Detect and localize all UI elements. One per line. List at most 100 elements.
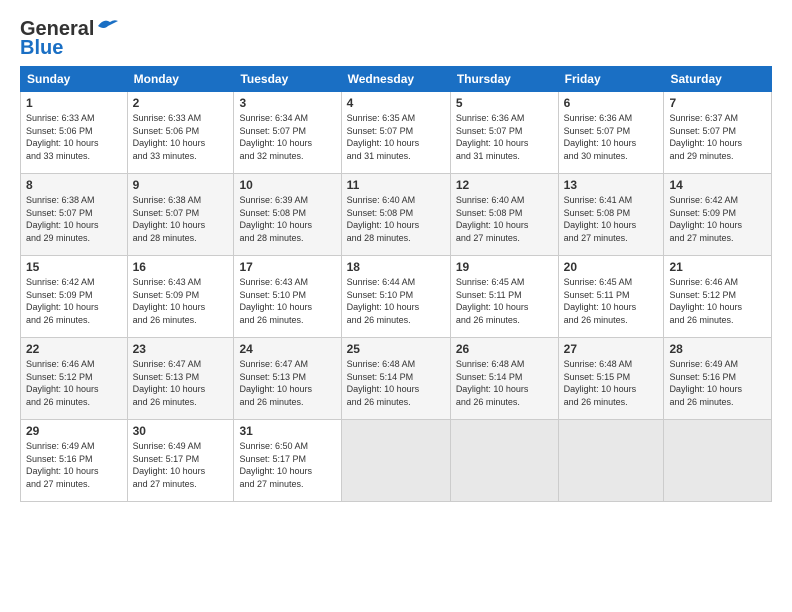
calendar-table: SundayMondayTuesdayWednesdayThursdayFrid… xyxy=(20,66,772,502)
day-number: 20 xyxy=(564,260,659,274)
day-number: 12 xyxy=(456,178,553,192)
calendar-header-row: SundayMondayTuesdayWednesdayThursdayFrid… xyxy=(21,67,772,92)
calendar-cell: 28 Sunrise: 6:49 AM Sunset: 5:16 PM Dayli… xyxy=(664,338,772,420)
weekday-header: Tuesday xyxy=(234,67,341,92)
calendar-cell xyxy=(341,420,450,502)
day-number: 15 xyxy=(26,260,122,274)
day-info: Sunrise: 6:41 AM Sunset: 5:08 PM Dayligh… xyxy=(564,194,659,244)
calendar-cell: 15Sunrise: 6:42 AM Sunset: 5:09 PM Dayli… xyxy=(21,256,128,338)
calendar-cell: 3 Sunrise: 6:34 AM Sunset: 5:07 PM Daylig… xyxy=(234,92,341,174)
calendar-cell: 12 Sunrise: 6:40 AM Sunset: 5:08 PM Dayli… xyxy=(450,174,558,256)
calendar-cell: 22 Sunrise: 6:46 AM Sunset: 5:12 PM Dayli… xyxy=(21,338,128,420)
calendar-cell: 29 Sunrise: 6:49 AM Sunset: 5:16 PM Dayli… xyxy=(21,420,128,502)
calendar-cell: 8 Sunrise: 6:38 AM Sunset: 5:07 PM Daylig… xyxy=(21,174,128,256)
calendar-cell: 16Sunrise: 6:43 AM Sunset: 5:09 PM Dayli… xyxy=(127,256,234,338)
day-number: 21 xyxy=(669,260,766,274)
calendar-cell: 27Sunrise: 6:48 AM Sunset: 5:15 PM Dayli… xyxy=(558,338,664,420)
day-info: Sunrise: 6:49 AM Sunset: 5:16 PM Dayligh… xyxy=(669,358,766,408)
weekday-header: Saturday xyxy=(664,67,772,92)
calendar-week-row: 29 Sunrise: 6:49 AM Sunset: 5:16 PM Dayli… xyxy=(21,420,772,502)
day-number: 16 xyxy=(133,260,229,274)
day-number: 18 xyxy=(347,260,445,274)
weekday-header: Wednesday xyxy=(341,67,450,92)
day-info: Sunrise: 6:40 AM Sunset: 5:08 PM Dayligh… xyxy=(456,194,553,244)
day-number: 1 xyxy=(26,96,122,110)
logo-bird-icon xyxy=(96,18,118,34)
day-number: 6 xyxy=(564,96,659,110)
day-number: 31 xyxy=(239,424,335,438)
calendar-cell: 6 Sunrise: 6:36 AM Sunset: 5:07 PM Daylig… xyxy=(558,92,664,174)
day-number: 11 xyxy=(347,178,445,192)
calendar-cell: 9Sunrise: 6:38 AM Sunset: 5:07 PM Daylig… xyxy=(127,174,234,256)
calendar-cell: 30 Sunrise: 6:49 AM Sunset: 5:17 PM Dayli… xyxy=(127,420,234,502)
day-info: Sunrise: 6:48 AM Sunset: 5:14 PM Dayligh… xyxy=(347,358,445,408)
calendar-week-row: 22 Sunrise: 6:46 AM Sunset: 5:12 PM Dayli… xyxy=(21,338,772,420)
day-info: Sunrise: 6:40 AM Sunset: 5:08 PM Dayligh… xyxy=(347,194,445,244)
day-info: Sunrise: 6:47 AM Sunset: 5:13 PM Dayligh… xyxy=(239,358,335,408)
calendar-cell: 26Sunrise: 6:48 AM Sunset: 5:14 PM Dayli… xyxy=(450,338,558,420)
calendar-week-row: 1 Sunrise: 6:33 AM Sunset: 5:06 PM Daylig… xyxy=(21,92,772,174)
day-info: Sunrise: 6:48 AM Sunset: 5:14 PM Dayligh… xyxy=(456,358,553,408)
calendar-cell: 2 Sunrise: 6:33 AM Sunset: 5:06 PM Daylig… xyxy=(127,92,234,174)
day-info: Sunrise: 6:46 AM Sunset: 5:12 PM Dayligh… xyxy=(26,358,122,408)
day-info: Sunrise: 6:34 AM Sunset: 5:07 PM Dayligh… xyxy=(239,112,335,162)
calendar-cell: 25 Sunrise: 6:48 AM Sunset: 5:14 PM Dayli… xyxy=(341,338,450,420)
calendar-cell: 24 Sunrise: 6:47 AM Sunset: 5:13 PM Dayli… xyxy=(234,338,341,420)
day-number: 2 xyxy=(133,96,229,110)
day-info: Sunrise: 6:49 AM Sunset: 5:16 PM Dayligh… xyxy=(26,440,122,490)
day-info: Sunrise: 6:38 AM Sunset: 5:07 PM Dayligh… xyxy=(26,194,122,244)
day-number: 30 xyxy=(133,424,229,438)
day-number: 22 xyxy=(26,342,122,356)
calendar-cell: 5Sunrise: 6:36 AM Sunset: 5:07 PM Daylig… xyxy=(450,92,558,174)
day-info: Sunrise: 6:35 AM Sunset: 5:07 PM Dayligh… xyxy=(347,112,445,162)
day-info: Sunrise: 6:43 AM Sunset: 5:10 PM Dayligh… xyxy=(239,276,335,326)
calendar-week-row: 8 Sunrise: 6:38 AM Sunset: 5:07 PM Daylig… xyxy=(21,174,772,256)
day-number: 7 xyxy=(669,96,766,110)
day-info: Sunrise: 6:42 AM Sunset: 5:09 PM Dayligh… xyxy=(669,194,766,244)
day-info: Sunrise: 6:39 AM Sunset: 5:08 PM Dayligh… xyxy=(239,194,335,244)
day-number: 8 xyxy=(26,178,122,192)
calendar-cell: 1 Sunrise: 6:33 AM Sunset: 5:06 PM Daylig… xyxy=(21,92,128,174)
day-number: 24 xyxy=(239,342,335,356)
day-info: Sunrise: 6:45 AM Sunset: 5:11 PM Dayligh… xyxy=(456,276,553,326)
day-info: Sunrise: 6:33 AM Sunset: 5:06 PM Dayligh… xyxy=(26,112,122,162)
calendar-cell: 23 Sunrise: 6:47 AM Sunset: 5:13 PM Dayli… xyxy=(127,338,234,420)
logo-blue: Blue xyxy=(20,37,63,60)
day-number: 28 xyxy=(669,342,766,356)
calendar-cell: 21Sunrise: 6:46 AM Sunset: 5:12 PM Dayli… xyxy=(664,256,772,338)
page: General Blue SundayMondayTuesdayWednesda… xyxy=(0,0,792,512)
weekday-header: Thursday xyxy=(450,67,558,92)
day-info: Sunrise: 6:37 AM Sunset: 5:07 PM Dayligh… xyxy=(669,112,766,162)
weekday-header: Monday xyxy=(127,67,234,92)
calendar-cell: 18 Sunrise: 6:44 AM Sunset: 5:10 PM Dayli… xyxy=(341,256,450,338)
day-number: 9 xyxy=(133,178,229,192)
day-number: 29 xyxy=(26,424,122,438)
day-number: 3 xyxy=(239,96,335,110)
day-info: Sunrise: 6:33 AM Sunset: 5:06 PM Dayligh… xyxy=(133,112,229,162)
day-info: Sunrise: 6:49 AM Sunset: 5:17 PM Dayligh… xyxy=(133,440,229,490)
logo: General Blue xyxy=(20,18,118,60)
calendar-cell: 7 Sunrise: 6:37 AM Sunset: 5:07 PM Daylig… xyxy=(664,92,772,174)
day-number: 4 xyxy=(347,96,445,110)
day-info: Sunrise: 6:47 AM Sunset: 5:13 PM Dayligh… xyxy=(133,358,229,408)
header: General Blue xyxy=(20,18,772,60)
calendar-cell: 14 Sunrise: 6:42 AM Sunset: 5:09 PM Dayli… xyxy=(664,174,772,256)
calendar-cell: 13 Sunrise: 6:41 AM Sunset: 5:08 PM Dayli… xyxy=(558,174,664,256)
day-number: 10 xyxy=(239,178,335,192)
day-info: Sunrise: 6:44 AM Sunset: 5:10 PM Dayligh… xyxy=(347,276,445,326)
day-number: 14 xyxy=(669,178,766,192)
calendar-cell xyxy=(450,420,558,502)
calendar-cell: 17Sunrise: 6:43 AM Sunset: 5:10 PM Dayli… xyxy=(234,256,341,338)
day-number: 13 xyxy=(564,178,659,192)
calendar-cell: 31 Sunrise: 6:50 AM Sunset: 5:17 PM Dayli… xyxy=(234,420,341,502)
day-number: 23 xyxy=(133,342,229,356)
day-info: Sunrise: 6:36 AM Sunset: 5:07 PM Dayligh… xyxy=(564,112,659,162)
calendar-cell: 19Sunrise: 6:45 AM Sunset: 5:11 PM Dayli… xyxy=(450,256,558,338)
day-info: Sunrise: 6:48 AM Sunset: 5:15 PM Dayligh… xyxy=(564,358,659,408)
calendar-cell xyxy=(664,420,772,502)
day-number: 25 xyxy=(347,342,445,356)
day-number: 5 xyxy=(456,96,553,110)
calendar-cell: 11 Sunrise: 6:40 AM Sunset: 5:08 PM Dayli… xyxy=(341,174,450,256)
day-info: Sunrise: 6:50 AM Sunset: 5:17 PM Dayligh… xyxy=(239,440,335,490)
calendar-cell: 4 Sunrise: 6:35 AM Sunset: 5:07 PM Daylig… xyxy=(341,92,450,174)
